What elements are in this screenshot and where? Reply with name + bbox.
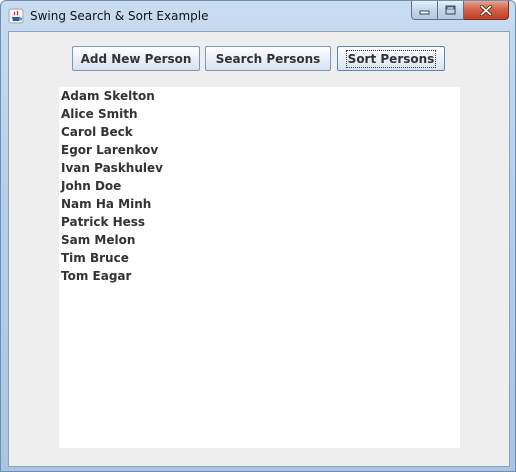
list-item[interactable]: Carol Beck [59, 123, 460, 141]
list-item[interactable]: Sam Melon [59, 231, 460, 249]
list-item[interactable]: Patrick Hess [59, 213, 460, 231]
title-bar[interactable]: Swing Search & Sort Example [1, 1, 515, 31]
person-list[interactable]: Adam Skelton Alice Smith Carol Beck Egor La… [59, 87, 460, 448]
list-item[interactable]: Adam Skelton [59, 87, 460, 105]
window-controls [411, 1, 509, 21]
maximize-icon [445, 5, 456, 15]
minimize-button[interactable] [411, 1, 438, 20]
list-item[interactable]: Tom Eagar [59, 267, 460, 285]
close-button[interactable] [464, 1, 509, 20]
close-icon [480, 4, 492, 16]
sort-persons-button[interactable]: Sort Persons [337, 46, 445, 71]
java-icon[interactable] [8, 8, 24, 24]
list-item[interactable]: Ivan Paskhulev [59, 159, 460, 177]
app-window: Swing Search & Sort Example Add New Pers… [0, 0, 516, 472]
list-item[interactable]: Egor Larenkov [59, 141, 460, 159]
search-persons-button[interactable]: Search Persons [205, 46, 331, 71]
sort-persons-label: Sort Persons [345, 49, 437, 68]
window-title: Swing Search & Sort Example [30, 9, 209, 23]
list-item[interactable]: John Doe [59, 177, 460, 195]
add-new-person-button[interactable]: Add New Person [72, 46, 200, 71]
maximize-button[interactable] [438, 1, 464, 20]
minimize-icon [419, 10, 430, 14]
list-item[interactable]: Tim Bruce [59, 249, 460, 267]
list-item[interactable]: Alice Smith [59, 105, 460, 123]
content-panel: Add New Person Search Persons Sort Perso… [8, 31, 510, 467]
list-item[interactable]: Nam Ha Minh [59, 195, 460, 213]
